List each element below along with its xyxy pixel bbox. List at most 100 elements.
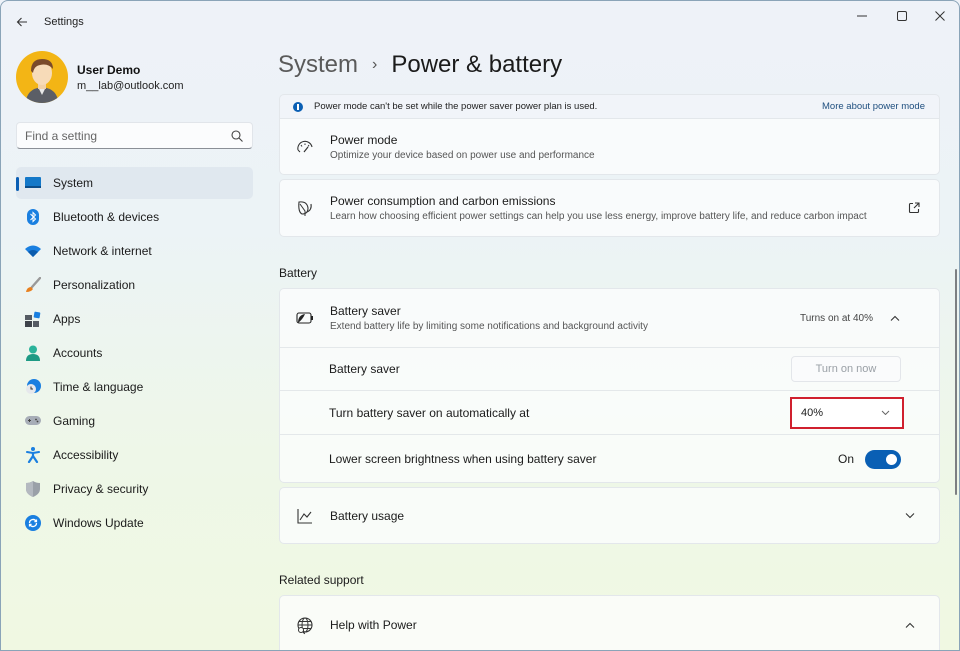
power-consumption-row[interactable]: Power consumption and carbon emissions L… xyxy=(279,179,940,237)
turn-on-now-button[interactable]: Turn on now xyxy=(791,356,901,382)
sidebar-item-label: Windows Update xyxy=(53,516,144,530)
info-bar-text: Power mode can't be set while the power … xyxy=(314,101,598,112)
close-button[interactable] xyxy=(925,7,955,25)
chevron-up-icon[interactable] xyxy=(904,619,916,631)
update-icon xyxy=(25,515,41,531)
shield-icon xyxy=(25,481,41,497)
bluetooth-icon xyxy=(25,209,41,225)
clock-globe-icon xyxy=(25,379,41,395)
help-with-power-row[interactable]: Help with Power xyxy=(279,595,940,650)
battery-saver-toggle-row: Battery saver Turn on now xyxy=(280,348,939,390)
sidebar-item-privacy-security[interactable]: Privacy & security xyxy=(16,473,253,505)
sidebar-item-label: Privacy & security xyxy=(53,482,149,496)
sidebar-item-bluetooth[interactable]: Bluetooth & devices xyxy=(16,201,253,233)
power-mode-title: Power mode xyxy=(330,132,398,147)
user-name: User Demo xyxy=(77,62,141,77)
battery-usage-title: Battery usage xyxy=(330,508,405,523)
maximize-icon xyxy=(897,11,907,21)
battery-saver-row-label: Battery saver xyxy=(329,362,400,376)
battery-usage-row[interactable]: Battery usage xyxy=(279,487,940,544)
related-support-heading: Related support xyxy=(279,573,364,587)
chevron-down-icon[interactable] xyxy=(904,510,916,522)
sidebar-item-label: Accessibility xyxy=(53,448,119,462)
sidebar-item-accessibility[interactable]: Accessibility xyxy=(16,439,253,471)
gamepad-icon xyxy=(25,413,41,429)
sidebar-item-label: Network & internet xyxy=(53,244,152,258)
info-icon xyxy=(293,101,303,112)
sidebar-item-apps[interactable]: Apps xyxy=(16,303,253,335)
power-mode-row[interactable]: Power mode Optimize your device based on… xyxy=(279,119,940,175)
sidebar-item-label: Personalization xyxy=(53,278,136,292)
battery-section-heading: Battery xyxy=(279,266,318,280)
auto-turn-on-label: Turn battery saver on automatically at xyxy=(329,405,530,420)
search-box[interactable] xyxy=(16,122,253,149)
chart-line-icon xyxy=(295,506,315,526)
sidebar-item-label: Gaming xyxy=(53,414,96,428)
avatar xyxy=(16,51,68,103)
sidebar-item-personalization[interactable]: Personalization xyxy=(16,269,253,301)
lower-brightness-label: Lower screen brightness when using batte… xyxy=(329,452,597,466)
sidebar-item-label: Time & language xyxy=(53,380,144,394)
battery-saver-subtitle: Extend battery life by limiting some not… xyxy=(330,321,648,332)
user-profile[interactable]: User Demo m__lab@outlook.com xyxy=(16,51,184,103)
chevron-up-icon[interactable] xyxy=(889,312,901,324)
arrow-left-icon xyxy=(16,17,27,27)
sidebar-item-label: Bluetooth & devices xyxy=(53,210,160,224)
wifi-icon xyxy=(25,243,41,259)
apps-icon xyxy=(25,311,41,327)
power-consumption-subtitle: Learn how choosing efficient power setti… xyxy=(330,211,867,222)
scrollbar[interactable] xyxy=(955,269,957,495)
breadcrumb: System › Power & battery xyxy=(278,51,562,79)
lower-brightness-row: Lower screen brightness when using batte… xyxy=(280,435,939,483)
power-mode-info-bar: Power mode can't be set while the power … xyxy=(279,94,940,119)
close-icon xyxy=(935,11,945,21)
battery-saver-group: Battery saver Extend battery life by lim… xyxy=(279,288,940,483)
minimize-button[interactable] xyxy=(847,7,877,25)
sidebar-item-label: Apps xyxy=(53,312,81,326)
app-title: Settings xyxy=(44,16,84,28)
monitor-icon xyxy=(25,175,41,191)
sidebar-item-network[interactable]: Network & internet xyxy=(16,235,253,267)
external-link-icon[interactable] xyxy=(904,198,924,218)
battery-saver-status: Turns on at 40% xyxy=(799,312,873,324)
settings-window: Settings User Demo m__lab@outlook.com Fi… xyxy=(0,0,960,651)
more-about-power-mode-link[interactable]: More about power mode xyxy=(822,101,925,112)
globe-help-icon xyxy=(295,616,315,636)
sidebar-item-windows-update[interactable]: Windows Update xyxy=(16,507,253,539)
maximize-button[interactable] xyxy=(887,7,917,25)
back-button[interactable] xyxy=(11,11,33,33)
person-icon xyxy=(25,345,41,361)
sidebar-item-label: System xyxy=(53,176,94,190)
battery-saver-title: Battery saver xyxy=(330,304,401,318)
search-icon[interactable] xyxy=(230,129,244,143)
battery-saver-header[interactable]: Battery saver Extend battery life by lim… xyxy=(280,289,939,347)
sidebar-item-gaming[interactable]: Gaming xyxy=(16,405,253,437)
search-input[interactable] xyxy=(25,128,230,143)
power-consumption-title: Power consumption and carbon emissions xyxy=(330,194,556,208)
sidebar-item-accounts[interactable]: Accounts xyxy=(16,337,253,369)
help-with-power-title: Help with Power xyxy=(330,618,417,632)
accessibility-icon xyxy=(25,447,41,463)
user-email: m__lab@outlook.com xyxy=(77,79,184,92)
user-avatar-icon xyxy=(26,59,58,103)
sidebar-item-label: Accounts xyxy=(53,346,103,360)
title-bar: Settings xyxy=(1,1,959,41)
lower-brightness-toggle[interactable] xyxy=(865,449,901,469)
breadcrumb-parent[interactable]: System xyxy=(278,51,358,79)
minimize-icon xyxy=(857,15,867,17)
chevron-down-icon xyxy=(880,407,890,419)
dropdown-value: 40% xyxy=(801,406,824,419)
sidebar-nav: System Bluetooth & devices Network & int… xyxy=(16,167,253,541)
power-mode-subtitle: Optimize your device based on power use … xyxy=(330,149,595,161)
sidebar-item-time-language[interactable]: Time & language xyxy=(16,371,253,403)
sidebar-item-system[interactable]: System xyxy=(16,167,253,199)
battery-saver-icon xyxy=(295,308,315,328)
breadcrumb-separator-icon: › xyxy=(372,56,378,73)
toggle-state-label: On xyxy=(837,452,854,466)
brush-icon xyxy=(25,277,41,293)
auto-threshold-dropdown[interactable]: 40% xyxy=(790,396,904,429)
gauge-icon xyxy=(295,137,315,157)
page-title: Power & battery xyxy=(391,51,563,78)
leaf-icon xyxy=(295,198,315,218)
auto-turn-on-row: Turn battery saver on automatically at 4… xyxy=(280,391,939,434)
